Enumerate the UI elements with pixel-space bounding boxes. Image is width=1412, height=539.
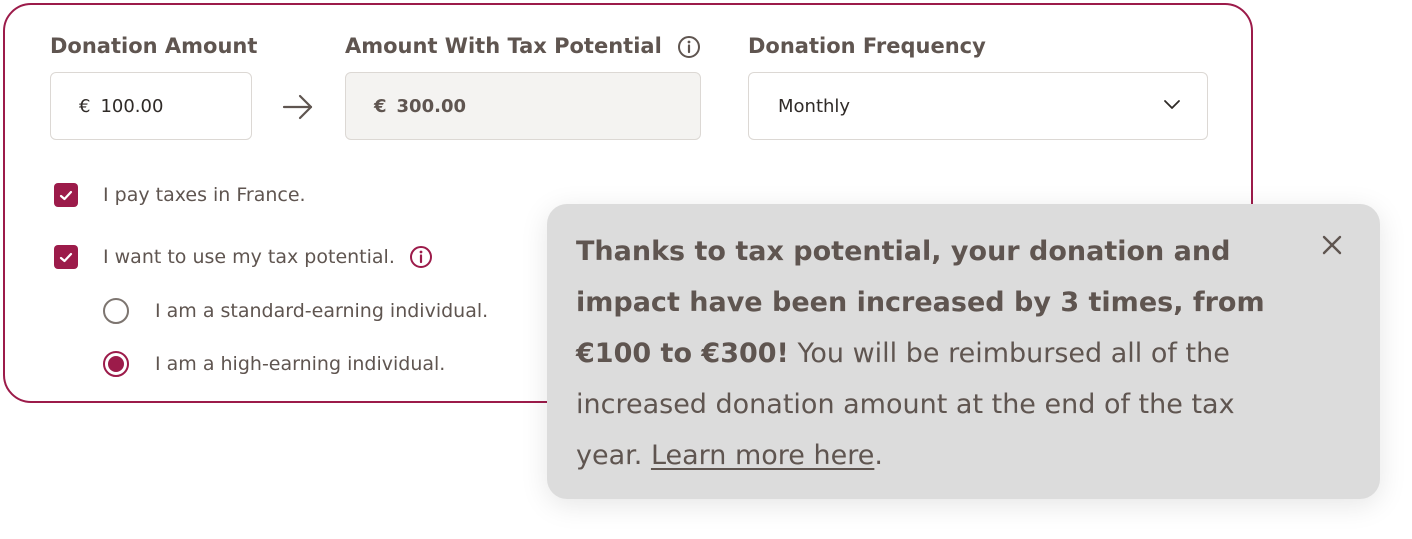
checkbox-label: I want to use my tax potential. (103, 246, 395, 268)
frequency-selected-value: Monthly (778, 95, 851, 117)
radio-high-earning[interactable]: I am a high-earning individual. (103, 351, 445, 377)
info-icon[interactable] (409, 245, 433, 269)
currency-symbol: € (374, 95, 387, 117)
donation-frequency-label: Donation Frequency (748, 34, 986, 58)
currency-symbol: € (79, 95, 91, 117)
donation-amount-label: Donation Amount (50, 34, 258, 58)
close-icon[interactable] (1321, 234, 1343, 256)
checkbox-checked[interactable] (54, 245, 78, 269)
checkbox-pay-taxes[interactable]: I pay taxes in France. (54, 183, 306, 207)
checkbox-tax-potential[interactable]: I want to use my tax potential. (54, 245, 433, 269)
radio-standard-earning[interactable]: I am a standard-earning individual. (103, 298, 488, 324)
checkbox-label: I pay taxes in France. (103, 184, 306, 206)
arrow-right-icon (282, 94, 313, 120)
checkbox-checked[interactable] (54, 183, 78, 207)
donation-amount-value: 100.00 (100, 95, 164, 117)
frequency-select[interactable]: Monthly (748, 72, 1208, 140)
tooltip-end-text: . (874, 440, 883, 471)
radio-label: I am a high-earning individual. (155, 353, 446, 375)
chevron-down-icon (1164, 100, 1180, 109)
donation-amount-input[interactable]: € 100.00 (50, 72, 252, 140)
learn-more-link[interactable]: Learn more here (651, 440, 874, 471)
tax-amount-label: Amount With Tax Potential (345, 34, 662, 58)
radio-button[interactable] (103, 298, 129, 324)
check-icon (59, 190, 73, 200)
tax-amount-field: € 300.00 (345, 72, 701, 140)
info-icon[interactable] (677, 35, 701, 59)
radio-button-selected[interactable] (103, 351, 129, 377)
check-icon (59, 252, 73, 262)
tax-amount-value: 300.00 (396, 95, 466, 117)
radio-label: I am a standard-earning individual. (155, 300, 489, 322)
tax-potential-tooltip: Thanks to tax potential, your donation a… (547, 204, 1380, 499)
